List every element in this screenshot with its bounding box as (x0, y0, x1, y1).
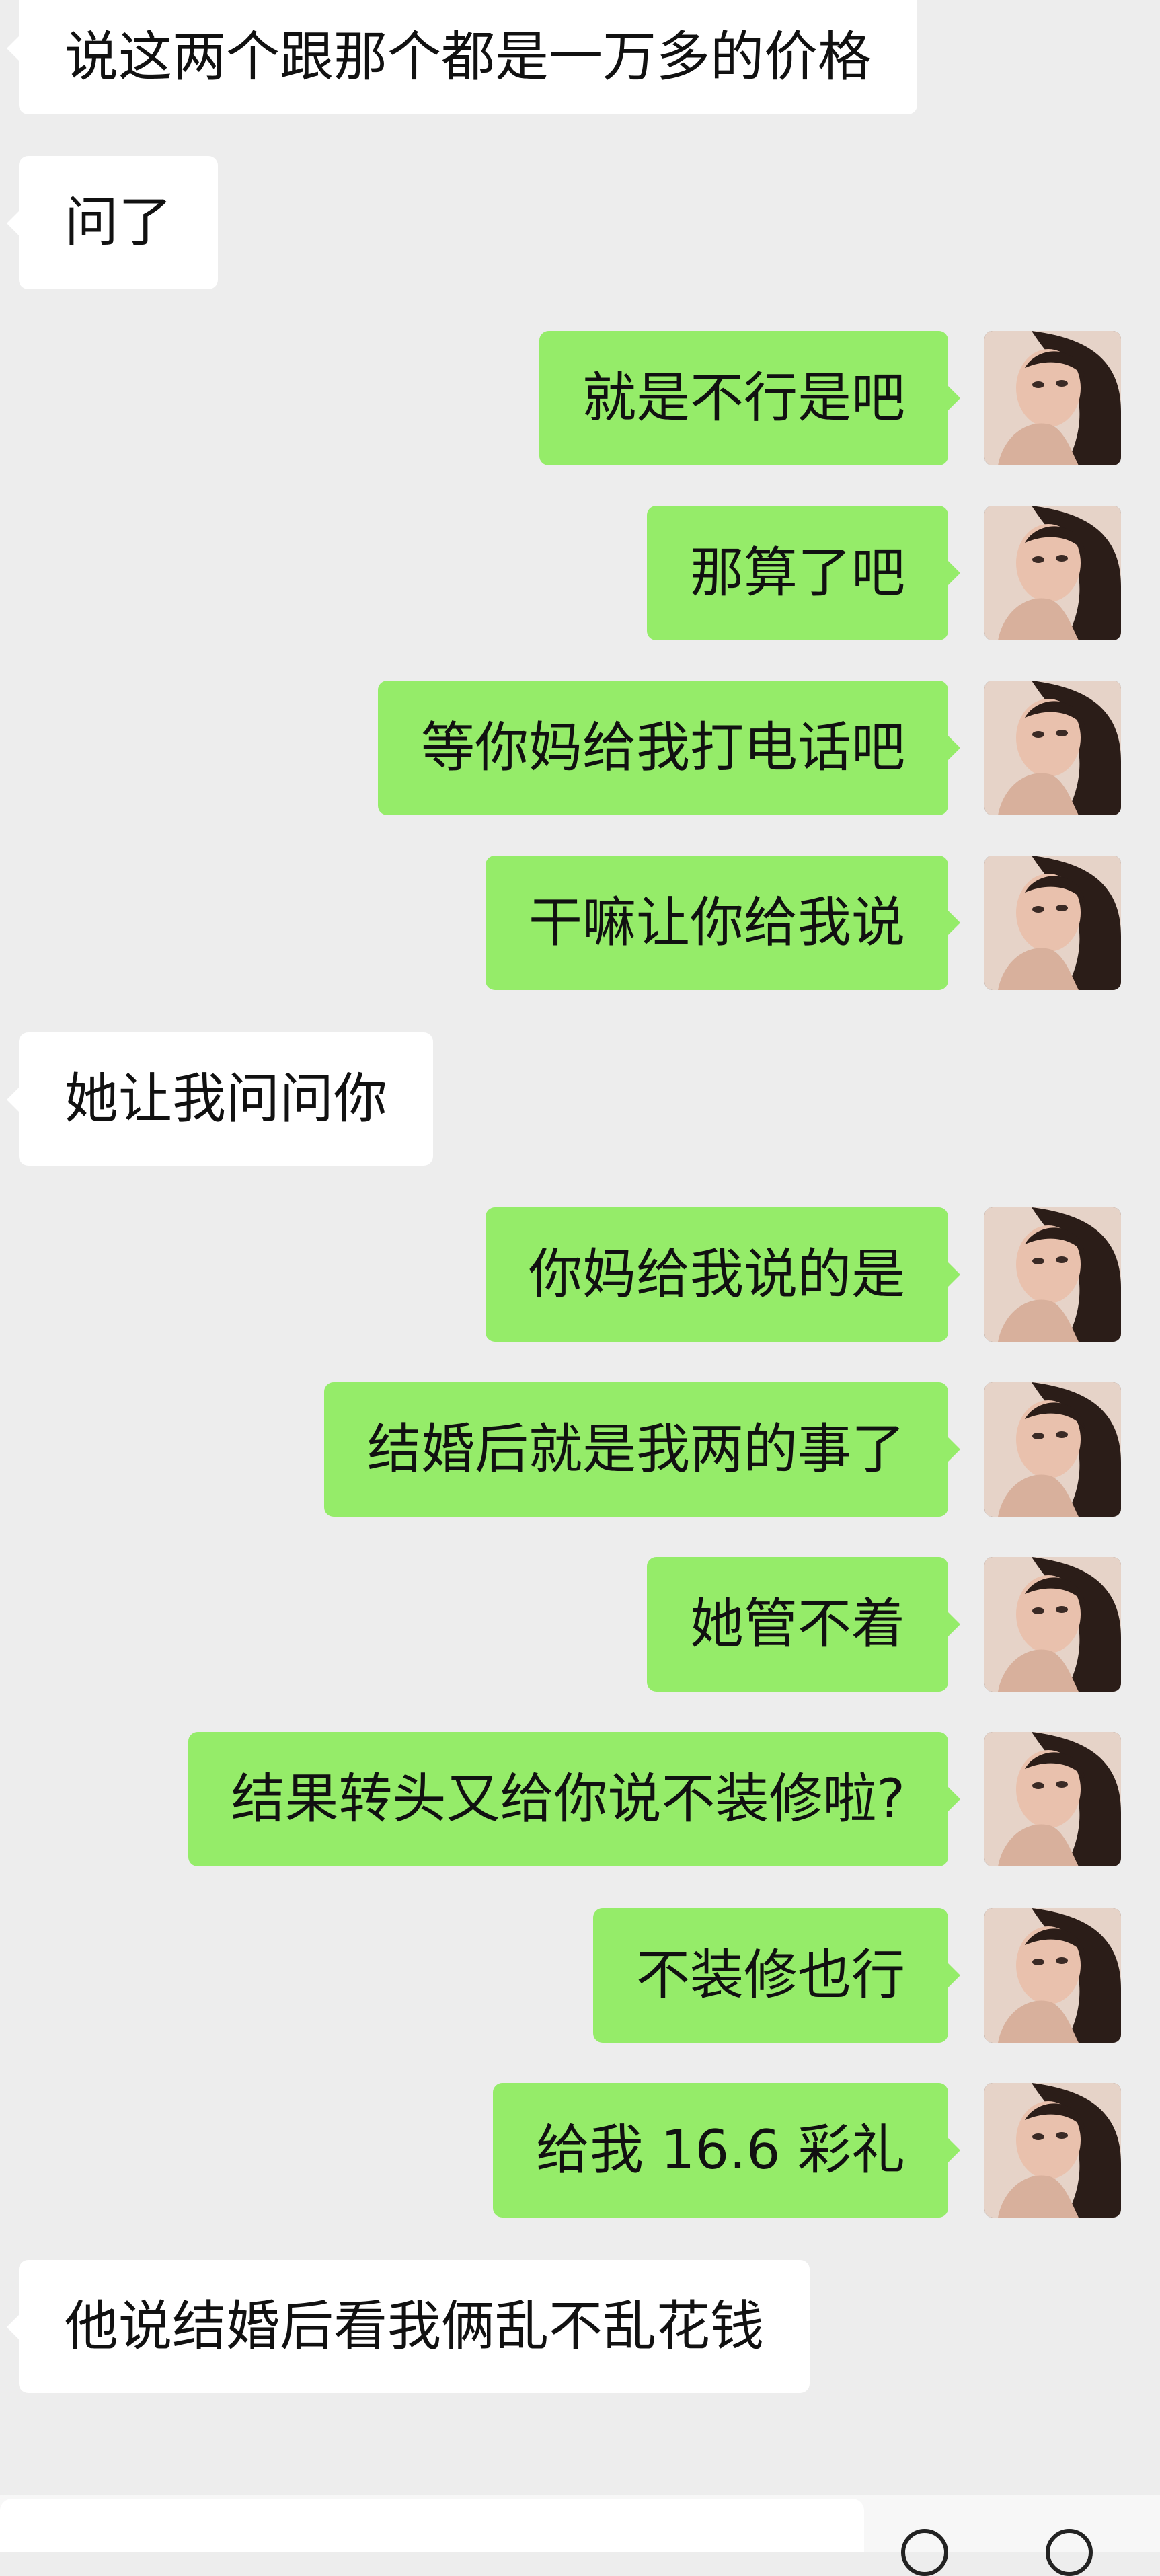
message-text: 她让我问问你 (65, 1067, 387, 1130)
user-avatar[interactable] (984, 506, 1121, 640)
message-bubble-outgoing[interactable]: 那算了吧 (647, 506, 960, 640)
message-bubble-incoming[interactable]: 问了 (7, 156, 218, 289)
user-avatar[interactable] (984, 2083, 1121, 2218)
message-bubble-outgoing[interactable]: 等你妈给我打电话吧 (378, 681, 960, 815)
message-text: 说这两个跟那个都是一万多的价格 (65, 26, 872, 88)
message-bubble-incoming[interactable]: 他说结婚后看我俩乱不乱花钱 (7, 2260, 810, 2393)
avatar-photo-icon (984, 1732, 1121, 1866)
message-text: 结果转头又给你说不装修啦? (231, 1768, 905, 1830)
message-bubble-outgoing[interactable]: 干嘛让你给我说 (486, 856, 960, 990)
avatar-photo-icon (984, 506, 1121, 640)
message-text: 给我 16.6 彩礼 (536, 2119, 905, 2181)
user-avatar[interactable] (984, 1557, 1121, 1692)
message-text: 结婚后就是我两的事了 (367, 1418, 905, 1480)
avatar-photo-icon (984, 1207, 1121, 1342)
avatar-photo-icon (984, 1382, 1121, 1517)
message-text: 干嘛让你给我说 (529, 891, 905, 954)
message-bubble-outgoing[interactable]: 结果转头又给你说不装修啦? (188, 1732, 961, 1866)
user-avatar[interactable] (984, 1382, 1121, 1517)
avatar-photo-icon (984, 331, 1121, 465)
message-text: 等你妈给我打电话吧 (421, 716, 905, 779)
user-avatar[interactable] (984, 856, 1121, 990)
message-text: 他说结婚后看我俩乱不乱花钱 (65, 2295, 764, 2357)
avatar-photo-icon (984, 681, 1121, 815)
message-text: 问了 (65, 191, 172, 254)
message-bubble-outgoing[interactable]: 她管不着 (647, 1557, 960, 1692)
message-bubble-incoming[interactable]: 她让我问问你 (7, 1032, 433, 1166)
message-bubble-outgoing[interactable]: 就是不行是吧 (539, 331, 960, 465)
message-bubble-outgoing[interactable]: 给我 16.6 彩礼 (493, 2083, 960, 2218)
user-avatar[interactable] (984, 681, 1121, 815)
message-bubble-outgoing[interactable]: 不装修也行 (593, 1908, 960, 2043)
message-text: 那算了吧 (690, 541, 905, 604)
add-icon[interactable] (1046, 2529, 1093, 2576)
avatar-photo-icon (984, 1557, 1121, 1692)
message-input[interactable] (0, 2499, 864, 2552)
chat-area[interactable]: 说这两个跟那个都是一万多的价格 问了 就是不行是吧 那算了吧 等你妈给我打电话吧… (0, 0, 1160, 2552)
message-text: 不装修也行 (636, 1944, 905, 2006)
message-bubble-incoming[interactable]: 说这两个跟那个都是一万多的价格 (7, 0, 917, 114)
avatar-photo-icon (984, 1908, 1121, 2043)
avatar-photo-icon (984, 856, 1121, 990)
avatar-photo-icon (984, 2083, 1121, 2218)
user-avatar[interactable] (984, 1732, 1121, 1866)
message-text: 就是不行是吧 (582, 367, 905, 429)
message-bubble-outgoing[interactable]: 结婚后就是我两的事了 (324, 1382, 960, 1517)
message-text: 她管不着 (690, 1593, 905, 1655)
user-avatar[interactable] (984, 1207, 1121, 1342)
message-bubble-outgoing[interactable]: 你妈给我说的是 (486, 1207, 960, 1342)
user-avatar[interactable] (984, 331, 1121, 465)
user-avatar[interactable] (984, 1908, 1121, 2043)
message-text: 你妈给我说的是 (529, 1243, 905, 1305)
emoji-icon[interactable] (901, 2529, 948, 2576)
